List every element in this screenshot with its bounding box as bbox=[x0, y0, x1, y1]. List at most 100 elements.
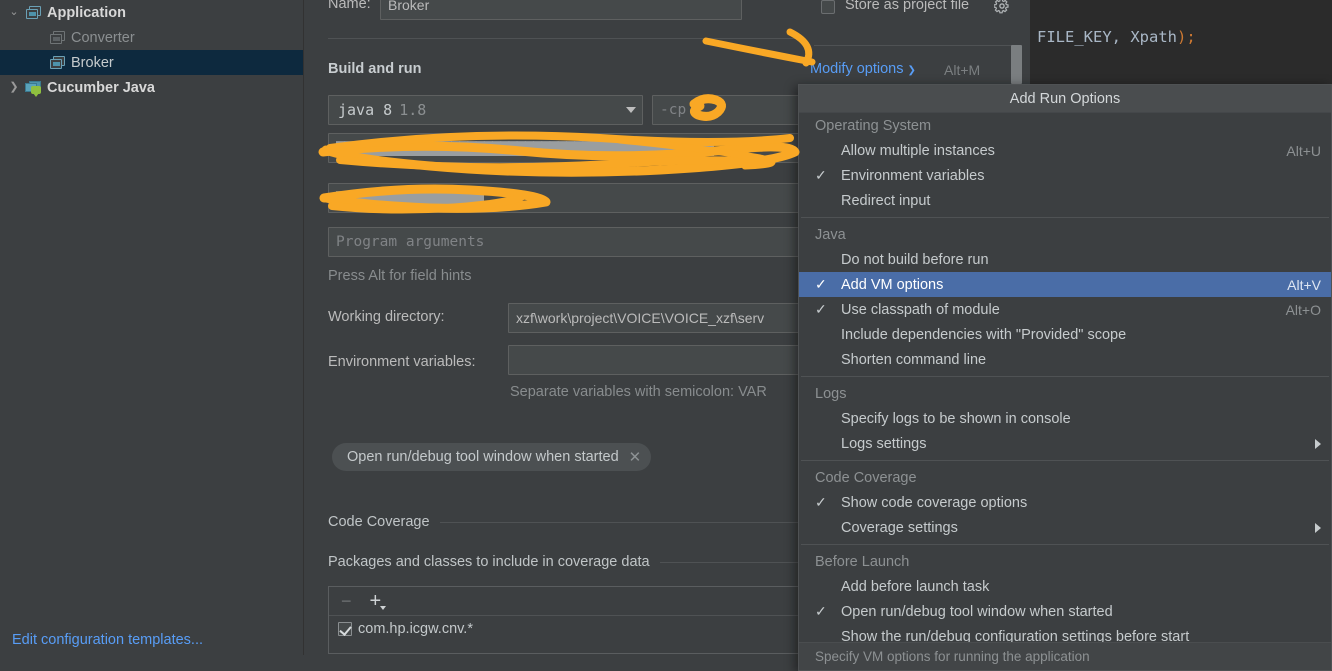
before-launch-chip[interactable]: Open run/debug tool window when started … bbox=[332, 443, 652, 471]
checkmark-placeholder: ✓ bbox=[815, 519, 841, 536]
environment-variables-hint: Separate variables with semicolon: VAR bbox=[510, 384, 767, 400]
menu-item-accelerator: Alt+O bbox=[1285, 301, 1321, 318]
menu-separator bbox=[801, 544, 1329, 545]
sidebar-item-label: Converter bbox=[71, 29, 135, 46]
application-window-icon bbox=[48, 30, 68, 46]
modify-options-label: Modify options bbox=[810, 61, 904, 77]
menu-group-label: Java bbox=[815, 226, 846, 243]
menu-item-include-dependencies-with-provided-scope[interactable]: ✓Include dependencies with "Provided" sc… bbox=[799, 322, 1331, 347]
name-input-value: Broker bbox=[388, 0, 430, 13]
menu-item-label: Open run/debug tool window when started bbox=[841, 603, 1113, 620]
sidebar-item-application[interactable]: ⌄ Application bbox=[0, 0, 303, 25]
checkmark-icon: ✓ bbox=[815, 276, 827, 292]
store-as-project-file-label: Store as project file bbox=[845, 0, 970, 13]
edit-configuration-templates-link[interactable]: Edit configuration templates... bbox=[12, 632, 203, 648]
checkmark-placeholder: ✓ bbox=[815, 410, 841, 427]
sidebar-item-broker[interactable]: Broker bbox=[0, 50, 303, 75]
store-as-project-file-checkbox[interactable] bbox=[821, 0, 835, 14]
popup-footer-hint: Specify VM options for running the appli… bbox=[799, 642, 1331, 670]
menu-item-logs-settings[interactable]: ✓Logs settings bbox=[799, 431, 1331, 456]
popup-title: Add Run Options bbox=[799, 85, 1331, 113]
list-item-label: com.hp.icgw.cnv.* bbox=[358, 621, 473, 637]
modify-options-link[interactable]: Modify options ❯ bbox=[810, 61, 916, 77]
popup-area-divider bbox=[814, 45, 1014, 46]
chevron-right-icon bbox=[1315, 522, 1321, 533]
group-divider bbox=[439, 521, 798, 523]
editor-code-punctuation: ); bbox=[1176, 28, 1196, 46]
cucumber-java-icon bbox=[24, 80, 44, 97]
chevron-down-icon: ❯ bbox=[907, 65, 916, 76]
menu-item-label: Logs settings bbox=[841, 435, 927, 452]
menu-item-label: Specify logs to be shown in console bbox=[841, 410, 1071, 427]
popup-menu-body: Operating System ✓ Allow multiple instance… bbox=[799, 113, 1331, 649]
menu-item-label: Redirect input bbox=[841, 192, 931, 209]
name-input[interactable]: Broker bbox=[380, 0, 742, 20]
sidebar-item-cucumber-java[interactable]: ❯ Cucumber Java bbox=[0, 75, 303, 100]
coverage-packages-group-label: Packages and classes to include in cover… bbox=[328, 554, 650, 570]
jdk-name: java 8 bbox=[338, 101, 393, 119]
menu-item-open-run-debug-tool-window-when-started[interactable]: ✓ Open run/debug tool window when started bbox=[799, 599, 1331, 624]
plus-icon[interactable]: + bbox=[370, 591, 386, 611]
store-as-project-file-area: Store as project file Modify options ❯ Al… bbox=[798, 0, 1030, 84]
checkmark-placeholder: ✓ bbox=[815, 326, 841, 343]
working-directory-value: xzf\work\project\VOICE\VOICE_xzf\serv bbox=[516, 310, 765, 326]
checkmark-icon: ✓ bbox=[815, 301, 827, 317]
chevron-down-icon bbox=[626, 107, 636, 113]
build-and-run-title: Build and run bbox=[328, 61, 422, 77]
close-icon[interactable]: ✕ bbox=[629, 448, 642, 466]
minus-icon[interactable]: − bbox=[341, 592, 352, 610]
group-divider bbox=[659, 561, 798, 563]
menu-item-label: Allow multiple instances bbox=[841, 142, 995, 159]
menu-item-label: Environment variables bbox=[841, 167, 985, 184]
environment-variables-label: Environment variables: bbox=[328, 354, 476, 370]
editor-code-line: FILE_KEY, Xpath); bbox=[1037, 28, 1196, 46]
application-window-icon bbox=[48, 55, 68, 71]
chevron-right-icon[interactable]: ❯ bbox=[4, 75, 24, 100]
menu-item-coverage-settings[interactable]: ✓Coverage settings bbox=[799, 515, 1331, 540]
menu-item-do-not-build-before-run[interactable]: ✓Do not build before run bbox=[799, 247, 1331, 272]
menu-item-label: Show code coverage options bbox=[841, 494, 1028, 511]
menu-separator bbox=[801, 217, 1329, 218]
menu-item-accelerator: Alt+U bbox=[1286, 142, 1321, 159]
run-configurations-tree[interactable]: ⌄ Application Converter Broker ❯ Cucumber Jav… bbox=[0, 0, 304, 655]
vm-options-field-value: ██████████████████ bbox=[336, 190, 484, 206]
program-arguments-placeholder: Program arguments bbox=[336, 234, 485, 250]
menu-item-shorten-command-line[interactable]: ✓Shorten command line bbox=[799, 347, 1331, 372]
menu-group-label: Before Launch bbox=[815, 553, 910, 570]
menu-item-add-before-launch-task[interactable]: ✓Add before launch task bbox=[799, 574, 1331, 599]
working-directory-label: Working directory: bbox=[328, 309, 445, 325]
menu-item-environment-variables[interactable]: ✓ Environment variables bbox=[799, 163, 1331, 188]
main-class-field-value: ████████████████████████████████████████… bbox=[336, 140, 714, 156]
menu-item-specify-logs-to-be-shown-in-console[interactable]: ✓Specify logs to be shown in console bbox=[799, 406, 1331, 431]
menu-group-label: Code Coverage bbox=[815, 469, 917, 486]
menu-separator bbox=[801, 460, 1329, 461]
menu-item-add-vm-options[interactable]: ✓ Add VM options Alt+V bbox=[799, 272, 1331, 297]
editor-code-text: FILE_KEY, Xpath bbox=[1037, 28, 1177, 46]
checkmark-placeholder: ✓ bbox=[815, 578, 841, 595]
menu-item-show-code-coverage-options[interactable]: ✓ Show code coverage options bbox=[799, 490, 1331, 515]
coverage-packages-group-header: Packages and classes to include in cover… bbox=[328, 554, 798, 570]
chevron-down-icon[interactable]: ⌄ bbox=[4, 0, 24, 25]
name-label: Name: bbox=[328, 0, 371, 12]
before-launch-chip-label: Open run/debug tool window when started bbox=[347, 449, 619, 465]
dialog-scrollbar-thumb[interactable] bbox=[1011, 45, 1022, 84]
jdk-selector-combo[interactable]: java 8 1.8 bbox=[328, 95, 643, 125]
jdk-version: 1.8 bbox=[399, 101, 427, 119]
checkmark-icon: ✓ bbox=[815, 494, 827, 510]
code-coverage-group-header: Code Coverage bbox=[328, 514, 798, 530]
menu-group-label: Operating System bbox=[815, 117, 932, 134]
checkmark-icon: ✓ bbox=[815, 167, 827, 183]
menu-item-use-classpath-of-module[interactable]: ✓ Use classpath of module Alt+O bbox=[799, 297, 1331, 322]
menu-item-label: Use classpath of module bbox=[841, 301, 1000, 318]
checkbox-checked-icon[interactable] bbox=[338, 622, 352, 636]
menu-item-label: Shorten command line bbox=[841, 351, 987, 368]
menu-group-label: Logs bbox=[815, 385, 847, 402]
menu-item-redirect-input[interactable]: ✓Redirect input bbox=[799, 188, 1331, 213]
application-window-icon bbox=[24, 5, 44, 21]
sidebar-item-label: Broker bbox=[71, 54, 114, 71]
gear-icon[interactable] bbox=[994, 0, 1010, 14]
chevron-right-icon bbox=[1315, 438, 1321, 449]
menu-item-allow-multiple-instances[interactable]: ✓Allow multiple instances Alt+U bbox=[799, 138, 1331, 163]
modify-options-accel: Alt+M bbox=[944, 62, 981, 78]
sidebar-item-converter[interactable]: Converter bbox=[0, 25, 303, 50]
